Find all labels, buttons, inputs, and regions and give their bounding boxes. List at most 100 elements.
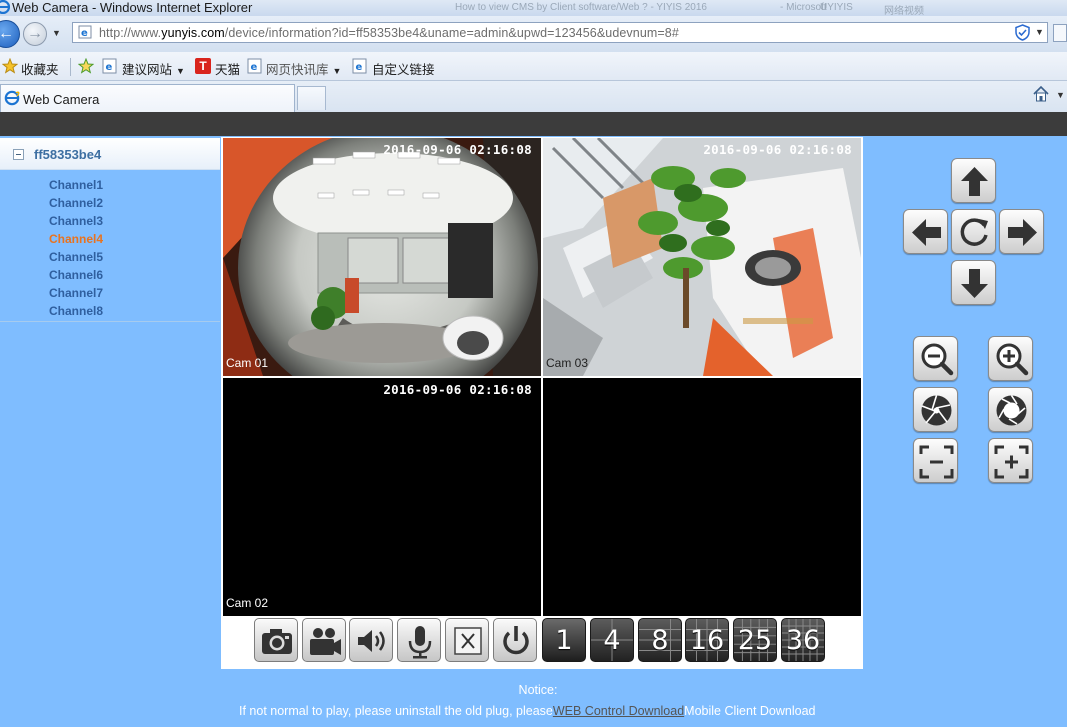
video-cell-4[interactable] [543,378,861,616]
ie-logo-icon [0,0,10,14]
arrow-right-icon: → [27,25,43,42]
tab-web-camera[interactable]: Web Camera [0,84,295,112]
video-cam-label: Cam 01 [226,356,269,370]
svg-text:e: e [251,62,258,73]
snapshot-button[interactable] [254,618,298,662]
ie-page-icon: e [78,25,92,39]
page-header-strip [0,112,1067,136]
forward-button[interactable]: → [23,22,47,46]
url-dropdown-icon[interactable]: ▼ [1035,27,1044,37]
record-button[interactable] [302,618,346,662]
channel-item-3[interactable]: Channel3 [49,215,103,233]
video-toolbar: 1 4 8 16 25 36 [221,616,863,669]
focus-near-button[interactable] [913,438,958,483]
svg-text:e: e [356,62,363,73]
talk-button[interactable] [397,618,441,662]
zoom-in-button[interactable] [988,336,1033,381]
video-feed-cam03 [543,138,861,376]
video-timestamp: 2016-09-06 02:16:08 [383,382,532,397]
mobile-client-download-link[interactable]: Mobile Client Download [684,704,815,718]
pan-right-button[interactable] [999,209,1044,254]
ie-logo-icon [4,90,20,106]
address-bar-row: ← → ▼ e http://www.yunyis.com/device/inf… [0,16,1067,52]
pan-up-button[interactable] [951,158,996,203]
video-camera-icon [310,628,341,655]
channel-item-1[interactable]: Channel1 [49,179,103,197]
channel-item-6[interactable]: Channel6 [49,269,103,287]
channel-item-4[interactable]: Channel4 [49,233,103,251]
arrow-right-icon [1008,219,1037,246]
ptz-reset-button[interactable] [951,209,996,254]
camera-icon [262,629,292,654]
sidebar-divider [0,321,220,322]
iris-open-button[interactable] [988,387,1033,432]
layout-1-button[interactable]: 1 [542,618,586,662]
notice-title: Notice: [518,683,558,697]
video-feed-cam01 [223,138,541,376]
zoom-out-button[interactable] [913,336,958,381]
channel-item-7[interactable]: Channel7 [49,287,103,305]
background-window-control-2: UYIYIS [820,2,853,13]
collapse-icon[interactable] [13,149,24,160]
layout-8-button[interactable]: 8 [638,618,682,662]
favorites-separator [70,58,71,76]
search-box-edge[interactable] [1053,24,1067,42]
ie-page-icon: e [352,58,367,74]
video-panel: 2016-09-06 02:16:08 Cam 01 2016-09-06 02… [221,137,863,669]
new-tab-button[interactable] [297,86,326,110]
microphone-icon [408,626,432,659]
layout-4-button[interactable]: 4 [590,618,634,662]
ie-page-icon: e [102,58,117,74]
ie-page-icon: e [247,58,262,74]
channel-item-2[interactable]: Channel2 [49,197,103,215]
fav-item-custom-links[interactable]: 自定义链接 [372,59,435,78]
video-cell-1[interactable]: 2016-09-06 02:16:08 Cam 01 [223,138,541,376]
add-favorite-icon[interactable] [78,58,94,74]
pan-left-button[interactable] [903,209,948,254]
star-icon [2,58,18,74]
fav-item-tmall[interactable]: 天猫 [215,59,240,78]
tmall-icon: T [195,58,211,74]
pan-down-button[interactable] [951,260,996,305]
video-cam-label: Cam 03 [546,356,589,370]
channel-item-5[interactable]: Channel5 [49,251,103,269]
audio-button[interactable] [349,618,393,662]
fav-item-suggested-sites[interactable]: 建议网站 ▼ [122,59,185,78]
shield-icon[interactable] [1014,24,1031,41]
window-titlebar: Web Camera - Windows Internet Explorer H… [0,0,1067,17]
arrow-down-icon [961,269,988,298]
tab-bar: Web Camera ▼ [0,81,1067,112]
arrow-up-icon [961,167,988,196]
notice-text: If not normal to play, please uninstall … [239,704,816,718]
history-dropdown-icon[interactable]: ▼ [52,28,61,38]
svg-text:e: e [106,62,113,73]
focus-far-button[interactable] [988,438,1033,483]
fav-item-web-slice[interactable]: 网页快讯库 ▼ [266,59,341,78]
aperture-close-icon [921,395,952,426]
url-field[interactable]: e http://www.yunyis.com/device/informati… [72,22,1048,43]
focus-plus-icon [994,445,1029,479]
power-button[interactable] [493,618,537,662]
close-all-button[interactable] [445,618,489,662]
device-node[interactable]: ff58353be4 [0,138,220,170]
home-dropdown-icon[interactable]: ▼ [1056,90,1065,100]
video-cell-2[interactable]: 2016-09-06 02:16:08 Cam 03 [543,138,861,376]
layout-16-button[interactable]: 16 [685,618,729,662]
home-icon[interactable] [1032,85,1050,103]
aperture-open-icon [996,395,1027,426]
video-cell-3[interactable]: 2016-09-06 02:16:08 Cam 02 [223,378,541,616]
favorites-bar: 收藏夹 e 建议网站 ▼ T 天猫 e 网页快讯库 ▼ e 自定义链接 [0,52,1067,81]
zoom-out-icon [921,343,954,376]
chevron-down-icon: ▼ [176,66,185,76]
chevron-down-icon: ▼ [332,66,342,76]
layout-25-button[interactable]: 25 [733,618,777,662]
refresh-icon [960,218,988,246]
iris-close-button[interactable] [913,387,958,432]
background-window-tail: 网络视频 [884,6,924,17]
back-button[interactable]: ← [0,20,20,48]
tab-label: Web Camera [23,92,100,107]
favorites-button[interactable]: 收藏夹 [21,59,59,78]
layout-36-button[interactable]: 36 [781,618,825,662]
video-timestamp: 2016-09-06 02:16:08 [703,142,852,157]
web-control-download-link[interactable]: WEB Control Download [553,704,684,718]
